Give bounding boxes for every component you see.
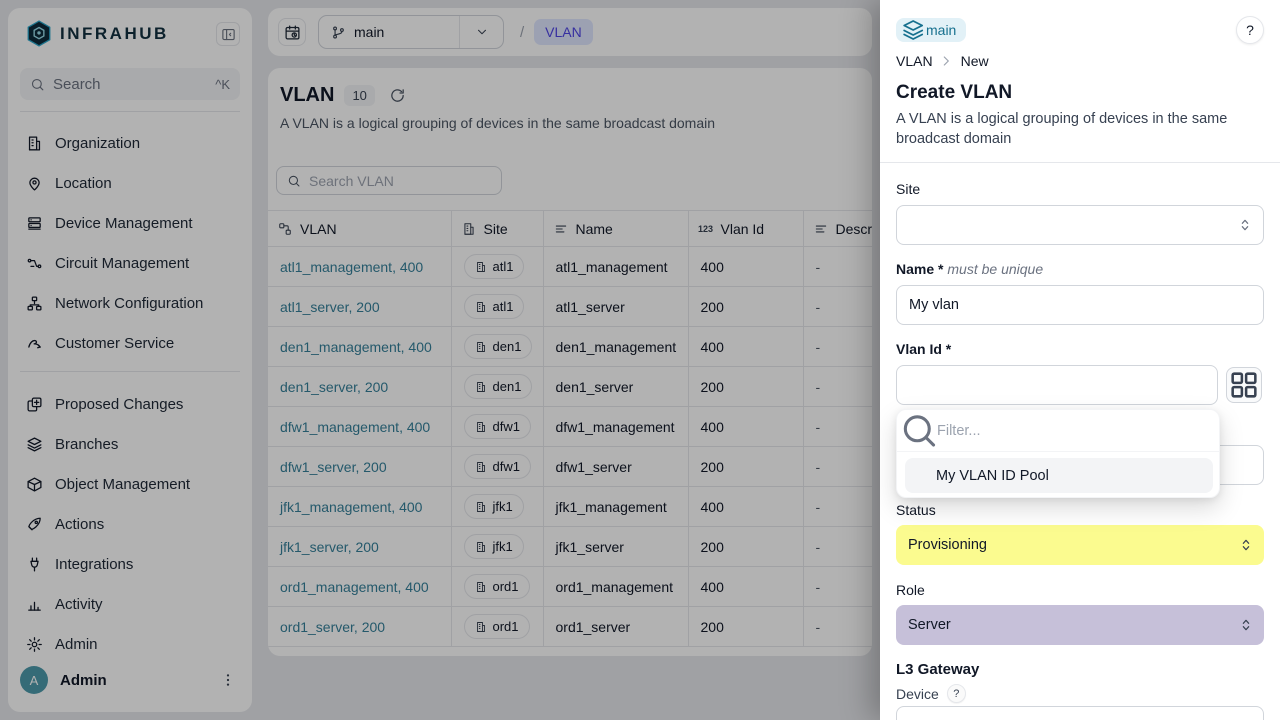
site-label: Site (896, 181, 920, 197)
device-label-row: Device ? (896, 684, 966, 703)
role-select-value: Server (908, 617, 951, 633)
grid-icon (1236, 377, 1253, 394)
name-label: Name * must be unique (896, 261, 1043, 277)
name-hint: must be unique (947, 261, 1043, 277)
device-select[interactable] (896, 706, 1264, 720)
status-label: Status (896, 502, 936, 518)
name-label-text: Name * (896, 261, 943, 277)
app-canvas: INFRAHUB Search ^K Organization Location… (0, 0, 1280, 720)
unfold-icon (1238, 537, 1254, 553)
drawer-description: A VLAN is a logical grouping of devices … (896, 109, 1264, 149)
layers-icon (906, 23, 920, 37)
status-select[interactable]: Provisioning (896, 525, 1264, 565)
help-button[interactable]: ? (1236, 16, 1264, 44)
name-input-value: My vlan (909, 297, 959, 313)
drawer-breadcrumb: VLAN New (896, 53, 989, 69)
status-select-value: Provisioning (908, 537, 987, 553)
site-select[interactable] (896, 205, 1264, 245)
unfold-icon (1238, 617, 1254, 633)
unfold-icon (1237, 217, 1253, 233)
role-select[interactable]: Server (896, 605, 1264, 645)
chevron-right-icon (941, 55, 953, 67)
vlan-id-label: Vlan Id * (896, 341, 951, 357)
drawer-divider (880, 162, 1280, 163)
vlan-id-input[interactable] (896, 365, 1218, 405)
pool-filter-input[interactable]: Filter... (897, 410, 1219, 452)
device-label: Device (896, 686, 939, 702)
name-input[interactable]: My vlan (896, 285, 1264, 325)
pool-selector-button[interactable] (1226, 367, 1262, 403)
drawer-branch-badge: main (896, 18, 966, 42)
pool-option[interactable]: My VLAN ID Pool (905, 458, 1213, 493)
pool-dropdown: Filter... My VLAN ID Pool (896, 409, 1220, 498)
drawer-title: Create VLAN (896, 82, 1012, 104)
search-icon (911, 423, 927, 439)
device-help-icon[interactable]: ? (947, 684, 966, 703)
l3-gateway-label: L3 Gateway (896, 661, 979, 678)
create-vlan-drawer: main ? VLAN New Create VLAN A VLAN is a … (880, 0, 1280, 720)
role-label: Role (896, 582, 925, 598)
modal-overlay[interactable] (0, 0, 880, 720)
